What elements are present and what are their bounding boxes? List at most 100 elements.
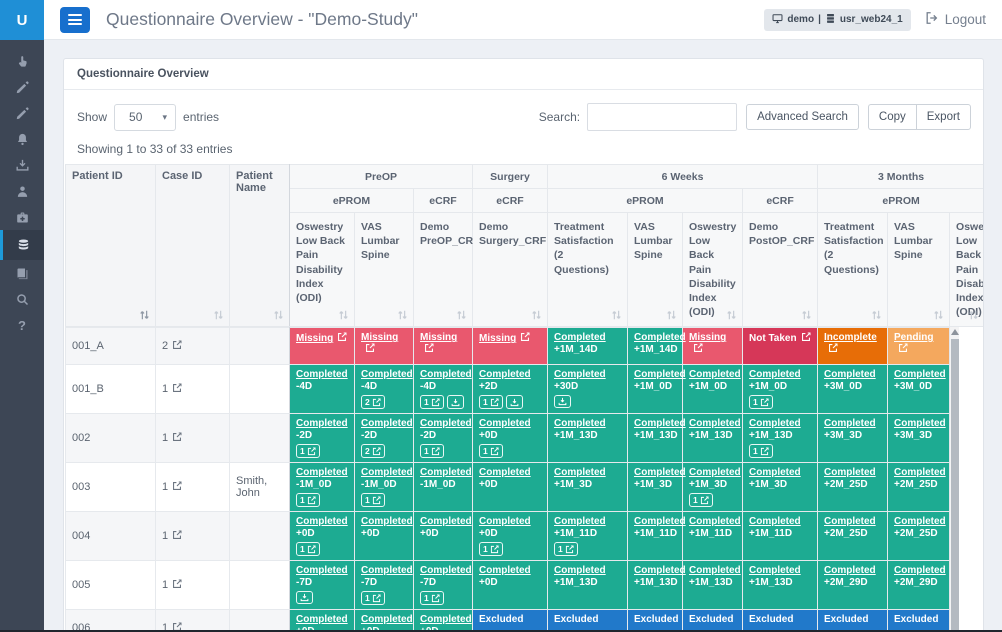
edit-badge[interactable]: 1	[479, 395, 503, 409]
edit-badge[interactable]: 1	[689, 493, 713, 507]
status-link[interactable]: Completed	[634, 516, 686, 527]
sort-icon[interactable]	[273, 309, 284, 321]
sort-icon[interactable]	[871, 309, 882, 321]
edit-icon[interactable]	[337, 332, 347, 342]
status-link[interactable]: Completed	[479, 565, 531, 576]
questionnaire-header[interactable]: Demo PostOP_CRF	[743, 213, 818, 327]
edit-badge[interactable]: 1	[296, 444, 320, 458]
edit-badge[interactable]: 1	[296, 542, 320, 556]
scroll-up-arrow-icon[interactable]	[951, 329, 959, 335]
sort-icon[interactable]	[666, 309, 677, 321]
sort-icon[interactable]	[338, 309, 349, 321]
status-link[interactable]: Missing	[479, 333, 516, 344]
download-badge[interactable]	[506, 395, 523, 409]
status-link[interactable]: Completed	[479, 467, 531, 478]
status-link[interactable]: Completed	[894, 467, 946, 478]
questionnaire-header[interactable]: Oswestry Low Back Pain Disability Index …	[683, 213, 743, 327]
edit-badge[interactable]: 1	[296, 493, 320, 507]
status-link[interactable]: Completed	[420, 614, 472, 625]
edit-badge[interactable]: 1	[420, 591, 444, 605]
status-link[interactable]: Completed	[479, 418, 531, 429]
status-link[interactable]: Completed	[824, 467, 876, 478]
status-link[interactable]: Completed	[554, 565, 606, 576]
status-link[interactable]: Completed	[689, 565, 741, 576]
edit-badge[interactable]: 1	[420, 395, 444, 409]
status-link[interactable]: Completed	[749, 565, 801, 576]
questionnaire-header[interactable]: VAS Lumbar Spine	[628, 213, 683, 327]
column-header[interactable]: Case ID	[156, 165, 230, 327]
status-link[interactable]: Completed	[749, 369, 801, 380]
status-link[interactable]: Completed	[479, 516, 531, 527]
status-link[interactable]: Completed	[296, 467, 348, 478]
questionnaire-header[interactable]: Demo Surgery_CRF	[473, 213, 548, 327]
status-link[interactable]: Completed	[554, 332, 606, 343]
sidebar-item-import[interactable]	[0, 152, 44, 178]
edit-icon[interactable]	[172, 579, 182, 589]
sort-icon[interactable]	[801, 309, 812, 321]
column-header[interactable]: Patient ID	[66, 165, 156, 327]
sort-icon[interactable]	[933, 309, 944, 321]
edit-badge[interactable]: 1	[554, 542, 578, 556]
page-size-select[interactable]: 50 ▾	[114, 104, 176, 131]
status-link[interactable]: Completed	[824, 418, 876, 429]
edit-badge[interactable]: 1	[479, 542, 503, 556]
download-badge[interactable]	[296, 591, 313, 604]
questionnaire-header[interactable]: Treatment Satisfaction (2 Questions)	[818, 213, 888, 327]
sidebar-item-edit-2[interactable]	[0, 100, 44, 126]
sidebar-item-medical[interactable]	[0, 204, 44, 230]
sidebar-toggle-button[interactable]	[60, 7, 90, 33]
status-link[interactable]: Completed	[634, 565, 686, 576]
sidebar-item-search[interactable]	[0, 286, 44, 312]
status-link[interactable]: Completed	[361, 516, 413, 527]
questionnaire-header[interactable]: VAS Lumbar Spine	[355, 213, 414, 327]
edit-badge[interactable]: 1	[479, 444, 503, 458]
status-link[interactable]: Completed	[634, 369, 686, 380]
status-link[interactable]: Completed	[361, 369, 413, 380]
status-link[interactable]: Completed	[420, 565, 472, 576]
vertical-scrollbar[interactable]	[949, 327, 959, 632]
search-input[interactable]	[587, 103, 737, 131]
status-link[interactable]: Completed	[361, 614, 413, 625]
status-link[interactable]: Missing	[296, 333, 333, 344]
status-link[interactable]: Completed	[361, 467, 413, 478]
status-link[interactable]: Completed	[361, 565, 413, 576]
sort-icon[interactable]	[611, 309, 622, 321]
edit-icon[interactable]	[172, 432, 182, 442]
status-link[interactable]: Completed	[689, 369, 741, 380]
sidebar-item-alerts[interactable]	[0, 126, 44, 152]
status-link[interactable]: Completed	[554, 467, 606, 478]
sort-icon[interactable]	[456, 309, 467, 321]
status-link[interactable]: Completed	[420, 516, 472, 527]
advanced-search-button[interactable]: Advanced Search	[746, 104, 859, 130]
questionnaire-header[interactable]: Oswestry Low Back Pain Disability Index …	[950, 213, 984, 327]
status-link[interactable]: Completed	[420, 418, 472, 429]
copy-button[interactable]: Copy	[868, 104, 916, 130]
export-button[interactable]: Export	[916, 104, 971, 130]
sidebar-item-patients[interactable]	[0, 178, 44, 204]
status-link[interactable]: Completed	[420, 369, 472, 380]
status-link[interactable]: Completed	[824, 565, 876, 576]
status-link[interactable]: Completed	[749, 516, 801, 527]
status-link[interactable]: Completed	[361, 418, 413, 429]
status-link[interactable]: Completed	[296, 516, 348, 527]
edit-icon[interactable]	[520, 332, 530, 342]
edit-icon[interactable]	[172, 383, 182, 393]
status-link[interactable]: Pending	[894, 332, 933, 343]
status-link[interactable]: Incomplete	[824, 332, 877, 343]
edit-badge[interactable]: 2	[361, 444, 385, 458]
sort-icon[interactable]	[968, 309, 979, 321]
status-link[interactable]: Completed	[554, 418, 606, 429]
status-link[interactable]: Completed	[296, 565, 348, 576]
sidebar-item-edit-1[interactable]	[0, 74, 44, 100]
edit-icon[interactable]	[172, 530, 182, 540]
download-badge[interactable]	[554, 395, 571, 408]
status-link[interactable]: Completed	[634, 332, 686, 343]
questionnaire-header[interactable]: VAS Lumbar Spine	[888, 213, 950, 327]
status-link[interactable]: Completed	[824, 516, 876, 527]
status-link[interactable]: Completed	[634, 418, 686, 429]
status-link[interactable]: Missing	[420, 332, 457, 343]
status-link[interactable]: Completed	[296, 418, 348, 429]
status-link[interactable]: Completed	[749, 467, 801, 478]
status-link[interactable]: Completed	[296, 369, 348, 380]
download-badge[interactable]	[447, 395, 464, 409]
